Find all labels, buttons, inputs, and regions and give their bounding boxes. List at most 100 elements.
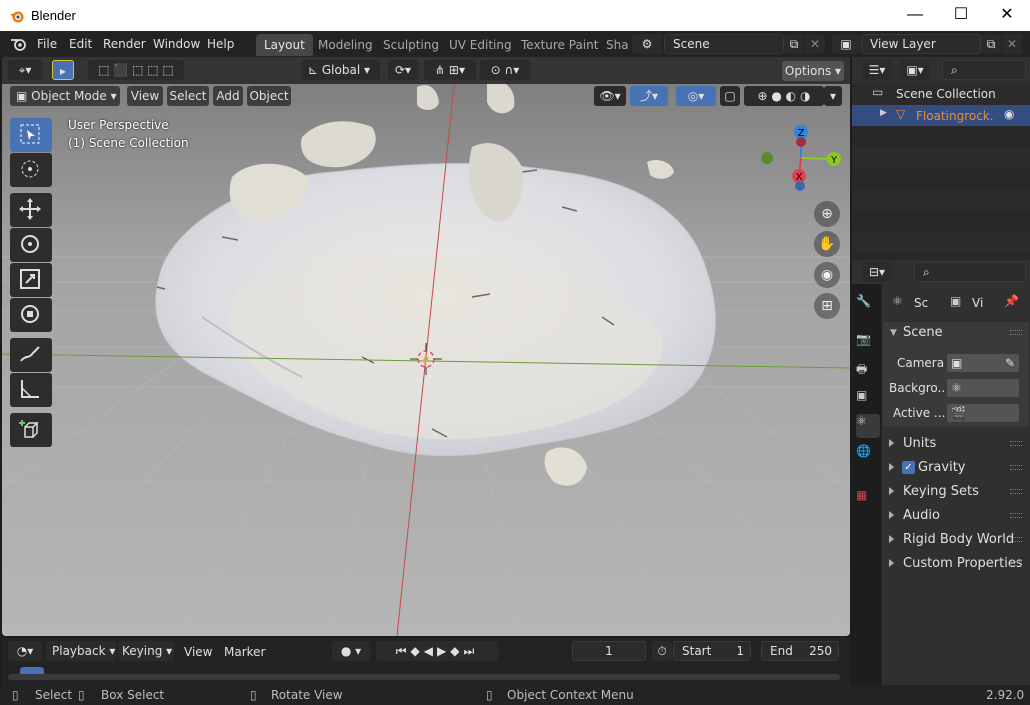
ortho-grid-icon[interactable]: ⊞ — [814, 293, 840, 319]
rigid-body-expand-icon[interactable] — [889, 535, 894, 543]
audio-expand-icon[interactable] — [889, 511, 894, 519]
properties-editor-type-icon[interactable]: ⊟▾ — [862, 262, 892, 282]
end-frame-field[interactable]: End 250 — [761, 641, 839, 661]
visibility-eye-icon[interactable]: ◉ — [1004, 107, 1014, 121]
neg-x-axis-gizmo[interactable] — [796, 137, 806, 147]
timeline-view-menu[interactable]: View — [184, 645, 212, 659]
world-tab-icon[interactable]: 🌐 — [856, 444, 880, 468]
keying-sets-section[interactable]: Keying Sets — [903, 484, 979, 499]
scene-tab-icon[interactable]: ⚛ — [856, 414, 880, 438]
audio-drag-handle[interactable] — [1010, 513, 1022, 518]
playback-menu[interactable]: Playback ▾ — [46, 641, 116, 661]
proportional-edit-icon[interactable]: ⊙ ∩▾ — [480, 60, 530, 80]
shading-options-icon[interactable]: ▾ — [824, 86, 842, 106]
object-mode-dropdown[interactable]: ▣ Object Mode ▾ — [10, 86, 120, 106]
display-mode-icon[interactable]: ▣▾ — [900, 60, 930, 80]
texture-tab-icon[interactable]: ▦ — [856, 488, 880, 512]
editor-type-icon[interactable]: ⌖▾ — [8, 60, 42, 80]
gravity-drag-handle[interactable] — [1010, 465, 1022, 470]
options-dropdown[interactable]: Options ▾ — [782, 61, 844, 81]
new-scene-icon[interactable]: ⧉ — [784, 34, 804, 54]
tab-modeling[interactable]: Modeling — [310, 34, 381, 56]
timeline-editor-type-icon[interactable]: ◔▾ — [8, 641, 42, 661]
current-frame-field[interactable]: 1 — [572, 641, 646, 661]
neg-y-axis-gizmo[interactable] — [761, 152, 773, 164]
rigid-body-world-section[interactable]: Rigid Body World — [903, 532, 1014, 547]
move-tool[interactable] — [10, 193, 52, 227]
select-tool-mode-icon[interactable]: ▸ — [52, 60, 74, 80]
menu-view[interactable]: View — [127, 86, 163, 106]
menu-edit[interactable]: Edit — [69, 37, 92, 51]
outliner-row-selected[interactable]: ▶ ▽ Floatingrock. ◉ — [852, 105, 1030, 126]
blender-menu-icon[interactable] — [10, 37, 28, 51]
annotate-tool[interactable] — [10, 338, 52, 372]
delete-scene-icon[interactable]: ✕ — [805, 34, 825, 54]
scale-tool[interactable] — [10, 263, 52, 297]
units-drag-handle[interactable] — [1010, 441, 1022, 446]
background-field[interactable]: ⚛ — [946, 378, 1020, 398]
expand-arrow-icon[interactable]: ▶ — [880, 108, 887, 118]
menu-add[interactable]: Add — [213, 86, 243, 106]
tab-layout[interactable]: Layout — [256, 34, 313, 56]
camera-field[interactable]: ▣ ✎ — [946, 353, 1020, 373]
view-layer-tab-icon[interactable]: ▣ — [856, 388, 880, 412]
timeline-marker-menu[interactable]: Marker — [224, 645, 265, 659]
pivot-point-icon[interactable]: ⟳▾ — [388, 60, 418, 80]
properties-search-field[interactable]: ⌕ — [914, 262, 1026, 282]
gizmo-toggle-icon[interactable]: ⤴▾ — [630, 86, 668, 106]
gravity-section[interactable]: Gravity — [918, 460, 965, 475]
playback-controls[interactable]: ⏮◆◀▶◆⏭ — [376, 641, 498, 661]
start-frame-field[interactable]: Start 1 — [673, 641, 751, 661]
view-layer-field[interactable]: View Layer — [861, 34, 981, 54]
rotate-tool[interactable] — [10, 228, 52, 262]
record-keyframe-icon[interactable]: ● ▾ — [332, 641, 370, 661]
overlay-toggle-icon[interactable]: ◎▾ — [676, 86, 716, 106]
xray-toggle-icon[interactable]: ▢ — [720, 86, 740, 106]
outliner-row[interactable]: ▭ Scene Collection — [852, 83, 1030, 105]
menu-render[interactable]: Render — [103, 37, 146, 51]
keying-sets-drag-handle[interactable] — [1010, 489, 1022, 494]
timeline-scrollbar[interactable] — [8, 674, 840, 680]
select-box-tool[interactable] — [10, 118, 52, 152]
gravity-checkbox[interactable]: ✓ — [902, 461, 915, 474]
tab-sculpting[interactable]: Sculpting — [375, 34, 447, 56]
menu-help[interactable]: Help — [207, 37, 234, 51]
menu-object[interactable]: Object — [247, 86, 291, 106]
gravity-expand-icon[interactable] — [889, 463, 894, 471]
custom-properties-expand-icon[interactable] — [889, 559, 894, 567]
maximize-button[interactable]: ☐ — [938, 0, 984, 31]
scene-selector-button[interactable]: ⚙ — [632, 34, 662, 54]
zoom-icon[interactable]: ⊕ — [814, 201, 840, 227]
close-button[interactable]: ✕ — [984, 0, 1030, 31]
new-view-layer-icon[interactable]: ⧉ — [981, 34, 1001, 54]
snap-toggle-icon[interactable]: ⋔ ⊞▾ — [424, 60, 476, 80]
output-tab-icon[interactable]: 🖶 — [856, 360, 880, 384]
cursor-tool[interactable] — [10, 153, 52, 187]
scene-name-field[interactable]: Scene — [664, 34, 784, 54]
pan-hand-icon[interactable]: ✋ — [814, 231, 840, 257]
custom-properties-section[interactable]: Custom Properties — [903, 556, 1023, 571]
custom-properties-drag-handle[interactable] — [1010, 561, 1022, 566]
selection-mode-buttons[interactable]: ⬚ ⬛ ⬚ ⬚ ⬚ — [88, 60, 184, 80]
eyedropper-icon[interactable]: ✎ — [1005, 354, 1015, 372]
menu-file[interactable]: File — [37, 37, 57, 51]
orientation-dropdown[interactable]: ⊾ Global ▾ — [302, 60, 380, 80]
keying-menu[interactable]: Keying ▾ — [118, 641, 174, 661]
minimize-button[interactable]: — — [892, 0, 938, 31]
navigation-gizmo[interactable]: Z Y X — [757, 123, 847, 193]
units-section[interactable]: Units — [903, 436, 936, 451]
delete-view-layer-icon[interactable]: ✕ — [1002, 34, 1022, 54]
camera-view-icon[interactable]: ◉ — [814, 262, 840, 288]
pin-icon[interactable]: 📌 — [1004, 294, 1019, 308]
outliner-editor-type-icon[interactable]: ☰▾ — [862, 60, 892, 80]
3d-viewport[interactable]: ⌖▾ ▸ ⬚ ⬛ ⬚ ⬚ ⬚ ⊾ Global ▾ ⟳▾ ⋔ ⊞▾ ⊙ ∩▾ O… — [2, 57, 850, 636]
menu-window[interactable]: Window — [153, 37, 200, 51]
view-layer-selector-icon[interactable]: ▣ — [832, 34, 860, 54]
tool-tab-icon[interactable]: 🔧 — [856, 294, 880, 318]
shading-mode-icons[interactable]: ⊕ ● ◐ ◑ — [744, 86, 824, 106]
menu-select[interactable]: Select — [167, 86, 209, 106]
add-cube-tool[interactable] — [10, 413, 52, 447]
scene-panel-title[interactable]: Scene — [903, 325, 943, 340]
transform-tool[interactable] — [10, 298, 52, 332]
neg-z-axis-gizmo[interactable] — [795, 181, 805, 191]
